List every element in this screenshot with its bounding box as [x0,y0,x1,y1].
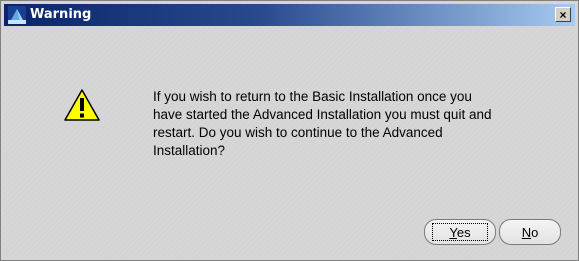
window-title: Warning [30,7,92,22]
yes-mnemonic: Y [449,224,457,240]
no-label: No [522,225,539,240]
close-button[interactable]: × [555,7,571,22]
close-icon: × [559,7,567,22]
yes-label-rest: es [456,224,471,240]
warning-triangle-icon [64,89,100,121]
installer-app-icon [8,6,26,24]
no-label-rest: o [531,224,539,240]
warning-dialog: Warning × If you wish to return to the B… [0,0,579,261]
warning-message: If you wish to return to the Basic Insta… [153,89,492,158]
no-mnemonic: N [521,224,532,240]
yes-label: Yes [449,225,470,240]
title-bar[interactable]: Warning × [4,4,575,26]
yes-button[interactable]: Yes [424,219,496,245]
no-button[interactable]: No [499,219,561,245]
